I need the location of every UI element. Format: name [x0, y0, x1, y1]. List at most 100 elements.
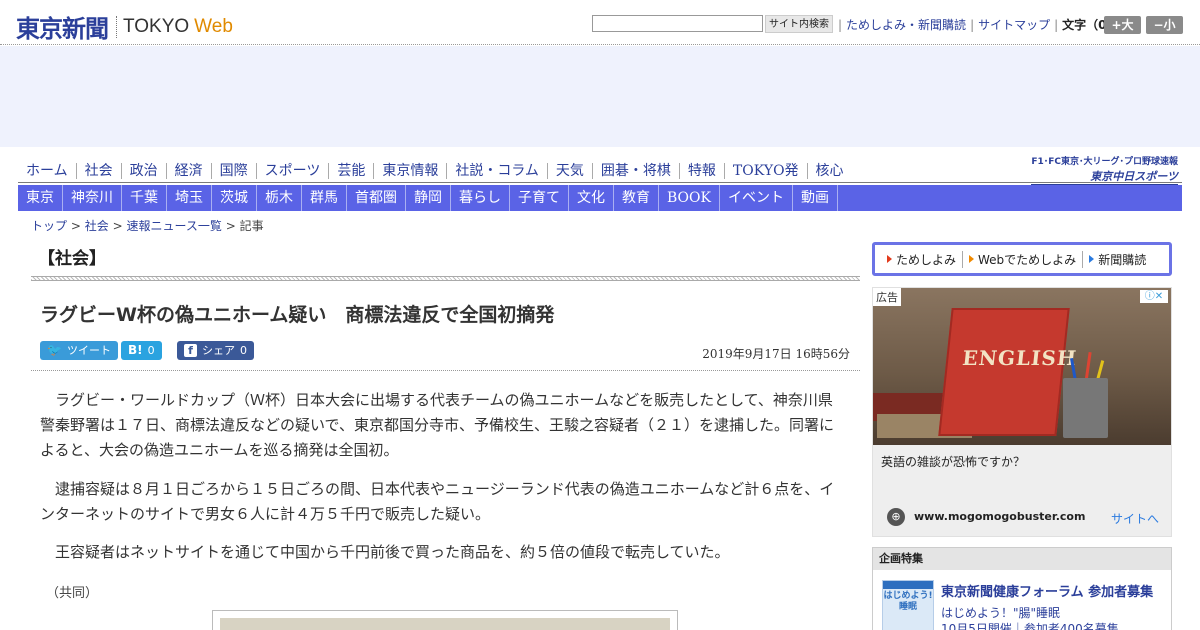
font-smaller-button[interactable]: −小: [1146, 16, 1183, 34]
breadcrumb-item[interactable]: トップ: [31, 219, 67, 233]
nav-item[interactable]: 特報: [680, 162, 725, 179]
facebook-f-icon: f: [184, 344, 197, 357]
nav-item[interactable]: 核心: [808, 163, 852, 179]
link-divider: |: [1054, 17, 1059, 32]
thumbnail-text: はじめよう! 睡眠: [883, 591, 933, 612]
hatena-bookmark-button[interactable]: B! 0: [121, 341, 162, 360]
trial-read-link[interactable]: ためしよみ: [881, 250, 964, 268]
ad-domain: www.mogomogobuster.com: [914, 510, 1086, 523]
site-search-button[interactable]: サイト内検索: [765, 15, 833, 33]
article-paragraph: 王容疑者はネットサイトを通じて中国から千円前後で買った商品を、約５倍の値段で転売…: [55, 543, 730, 561]
feature-detail[interactable]: 10月5日開催｜参加者400名募集: [941, 620, 1119, 630]
breadcrumb-item[interactable]: 社会: [85, 219, 109, 233]
ad-caption: 英語の雑談が恐怖ですか？: [881, 455, 1026, 469]
nav-item[interactable]: 芸能: [329, 162, 375, 179]
arrow-right-icon: [887, 255, 892, 263]
share-label: シェア: [202, 344, 235, 357]
nav-item[interactable]: 天気: [548, 162, 593, 179]
thumbnail-band: [883, 581, 933, 589]
ad-english-book: ENGLISH: [938, 308, 1078, 436]
web-trial-label: Webでためしよみ: [978, 252, 1077, 267]
region-nav-item[interactable]: 神奈川: [63, 185, 122, 211]
region-nav-item[interactable]: 教育: [614, 185, 659, 211]
facebook-share-button[interactable]: f シェア 0: [177, 341, 254, 360]
arrow-right-icon: [969, 255, 975, 263]
nav-item[interactable]: TOKYO発: [725, 162, 808, 179]
sidebar-advertisement[interactable]: ENGLISH 広告 ⓘ✕ 英語の雑談が恐怖ですか？ ⊕ www.mogomog…: [872, 287, 1172, 537]
region-nav-item[interactable]: 静岡: [406, 185, 451, 211]
primary-nav: ホーム 社会 政治 経済 国際 スポーツ 芸能 東京情報 社説・コラム 天気 囲…: [18, 159, 1182, 183]
region-nav-item[interactable]: 東京: [18, 185, 63, 211]
breadcrumb-item[interactable]: 速報ニュース一覧: [126, 219, 221, 233]
nav-item[interactable]: 社説・コラム: [447, 162, 548, 179]
photo-image: [220, 618, 670, 630]
region-nav-item[interactable]: 文化: [569, 185, 614, 211]
search-input[interactable]: [592, 15, 763, 32]
header-links: | ためしよみ・新聞購読 | サイトマップ | 文字（0）: [834, 16, 1119, 33]
logo-japanese: 東京新聞: [16, 14, 109, 43]
article-paragraph: 逮捕容疑は８月１日ごろから１５日ごろの間、日本代表やニュージーランド代表の偽造ユ…: [40, 480, 835, 523]
region-nav-item[interactable]: イベント: [720, 185, 793, 211]
ad-pen-cup: [1063, 378, 1108, 438]
article-credit: （共同）: [46, 586, 99, 601]
feature-thumbnail[interactable]: はじめよう! 睡眠: [882, 580, 934, 630]
link-divider: |: [838, 17, 843, 32]
arrow-right-icon: [1089, 255, 1095, 263]
trial-read-label: ためしよみ: [896, 252, 957, 267]
site-logo[interactable]: 東京新聞 TOKYO Web: [16, 9, 233, 44]
ad-book-title: ENGLISH: [961, 346, 1079, 370]
region-nav-item[interactable]: 群馬: [302, 185, 347, 211]
top-header: 東京新聞 TOKYO Web サイト内検索 | ためしよみ・新聞購読 | サイト…: [0, 0, 1200, 45]
section-title: 【社会】: [38, 249, 106, 269]
nav-item[interactable]: スポーツ: [257, 162, 330, 179]
region-nav-item[interactable]: 栃木: [257, 185, 302, 211]
hatena-count: 0: [147, 344, 155, 357]
tweet-button[interactable]: 🐦 ツイート: [40, 341, 118, 360]
regional-nav: 東京 神奈川 千葉 埼玉 茨城 栃木 群馬 首都圏 静岡 暮らし 子育て 文化 …: [18, 185, 1182, 211]
nav-item[interactable]: 経済: [167, 162, 212, 179]
twitter-bird-icon: 🐦: [47, 343, 62, 357]
web-trial-link[interactable]: Webでためしよみ: [963, 250, 1084, 268]
nav-item[interactable]: 囲碁・将棋: [593, 162, 680, 179]
feature-subtitle[interactable]: はじめよう！"腸"睡眠: [941, 604, 1060, 621]
nav-item[interactable]: ホーム: [18, 162, 77, 179]
nav-item[interactable]: 国際: [212, 162, 257, 179]
chunichi-sports-banner[interactable]: F1･FC東京･大リーグ･プロ野球速報 東京中日スポーツ: [1031, 154, 1178, 186]
region-nav-item[interactable]: 子育て: [510, 185, 569, 211]
nav-item[interactable]: 社会: [77, 162, 122, 179]
article-divider: [31, 370, 860, 371]
nav-item[interactable]: 政治: [122, 162, 167, 179]
article-headline: ラグビーW杯の偽ユニホーム疑い 商標法違反で全国初摘発: [40, 304, 555, 326]
region-nav-item[interactable]: 首都圏: [347, 185, 406, 211]
breadcrumb-separator: >: [225, 219, 236, 233]
ad-image: ENGLISH: [873, 288, 1171, 445]
breadcrumb-current: 記事: [239, 219, 264, 233]
special-feature-box: 企画特集 はじめよう! 睡眠 東京新聞健康フォーラム 参加者募集 はじめよう！"…: [872, 547, 1172, 630]
nav-item[interactable]: 東京情報: [374, 162, 448, 179]
region-nav-item[interactable]: 千葉: [122, 185, 167, 211]
share-count: 0: [240, 344, 247, 357]
region-nav-item[interactable]: BOOK: [659, 185, 720, 211]
font-bigger-button[interactable]: +大: [1104, 16, 1141, 34]
subscribe-label: 新聞購読: [1098, 252, 1147, 267]
adchoices-icon[interactable]: ⓘ✕: [1140, 290, 1168, 303]
region-nav-item[interactable]: 埼玉: [167, 185, 212, 211]
article-paragraph: ラグビー・ワールドカップ（Ｗ杯）日本大会に出場する代表チームの偽ユニホームなどを…: [40, 391, 834, 459]
feature-title-link[interactable]: 東京新聞健康フォーラム 参加者募集: [941, 581, 1153, 600]
sports-banner-title: 東京中日スポーツ: [1031, 168, 1178, 186]
logo-web: Web: [194, 15, 233, 37]
sitemap-link[interactable]: サイトマップ: [978, 16, 1050, 33]
link-divider: |: [970, 17, 975, 32]
subscribe-newspaper-link[interactable]: 新聞購読: [1083, 251, 1152, 268]
ad-visit-link[interactable]: サイトへ: [1111, 510, 1159, 527]
breadcrumb-separator: >: [112, 219, 123, 233]
special-feature-header: 企画特集: [873, 548, 1171, 570]
tweet-label: ツイート: [66, 344, 111, 357]
subscribe-link[interactable]: ためしよみ・新聞購読: [846, 16, 966, 33]
region-nav-item[interactable]: 動画: [793, 185, 838, 211]
breadcrumb-separator: >: [70, 219, 81, 233]
region-nav-item[interactable]: 暮らし: [451, 185, 510, 211]
region-nav-item[interactable]: 茨城: [212, 185, 257, 211]
section-divider: [31, 276, 860, 281]
article-date: 2019年9月17日 16時56分: [702, 347, 850, 361]
